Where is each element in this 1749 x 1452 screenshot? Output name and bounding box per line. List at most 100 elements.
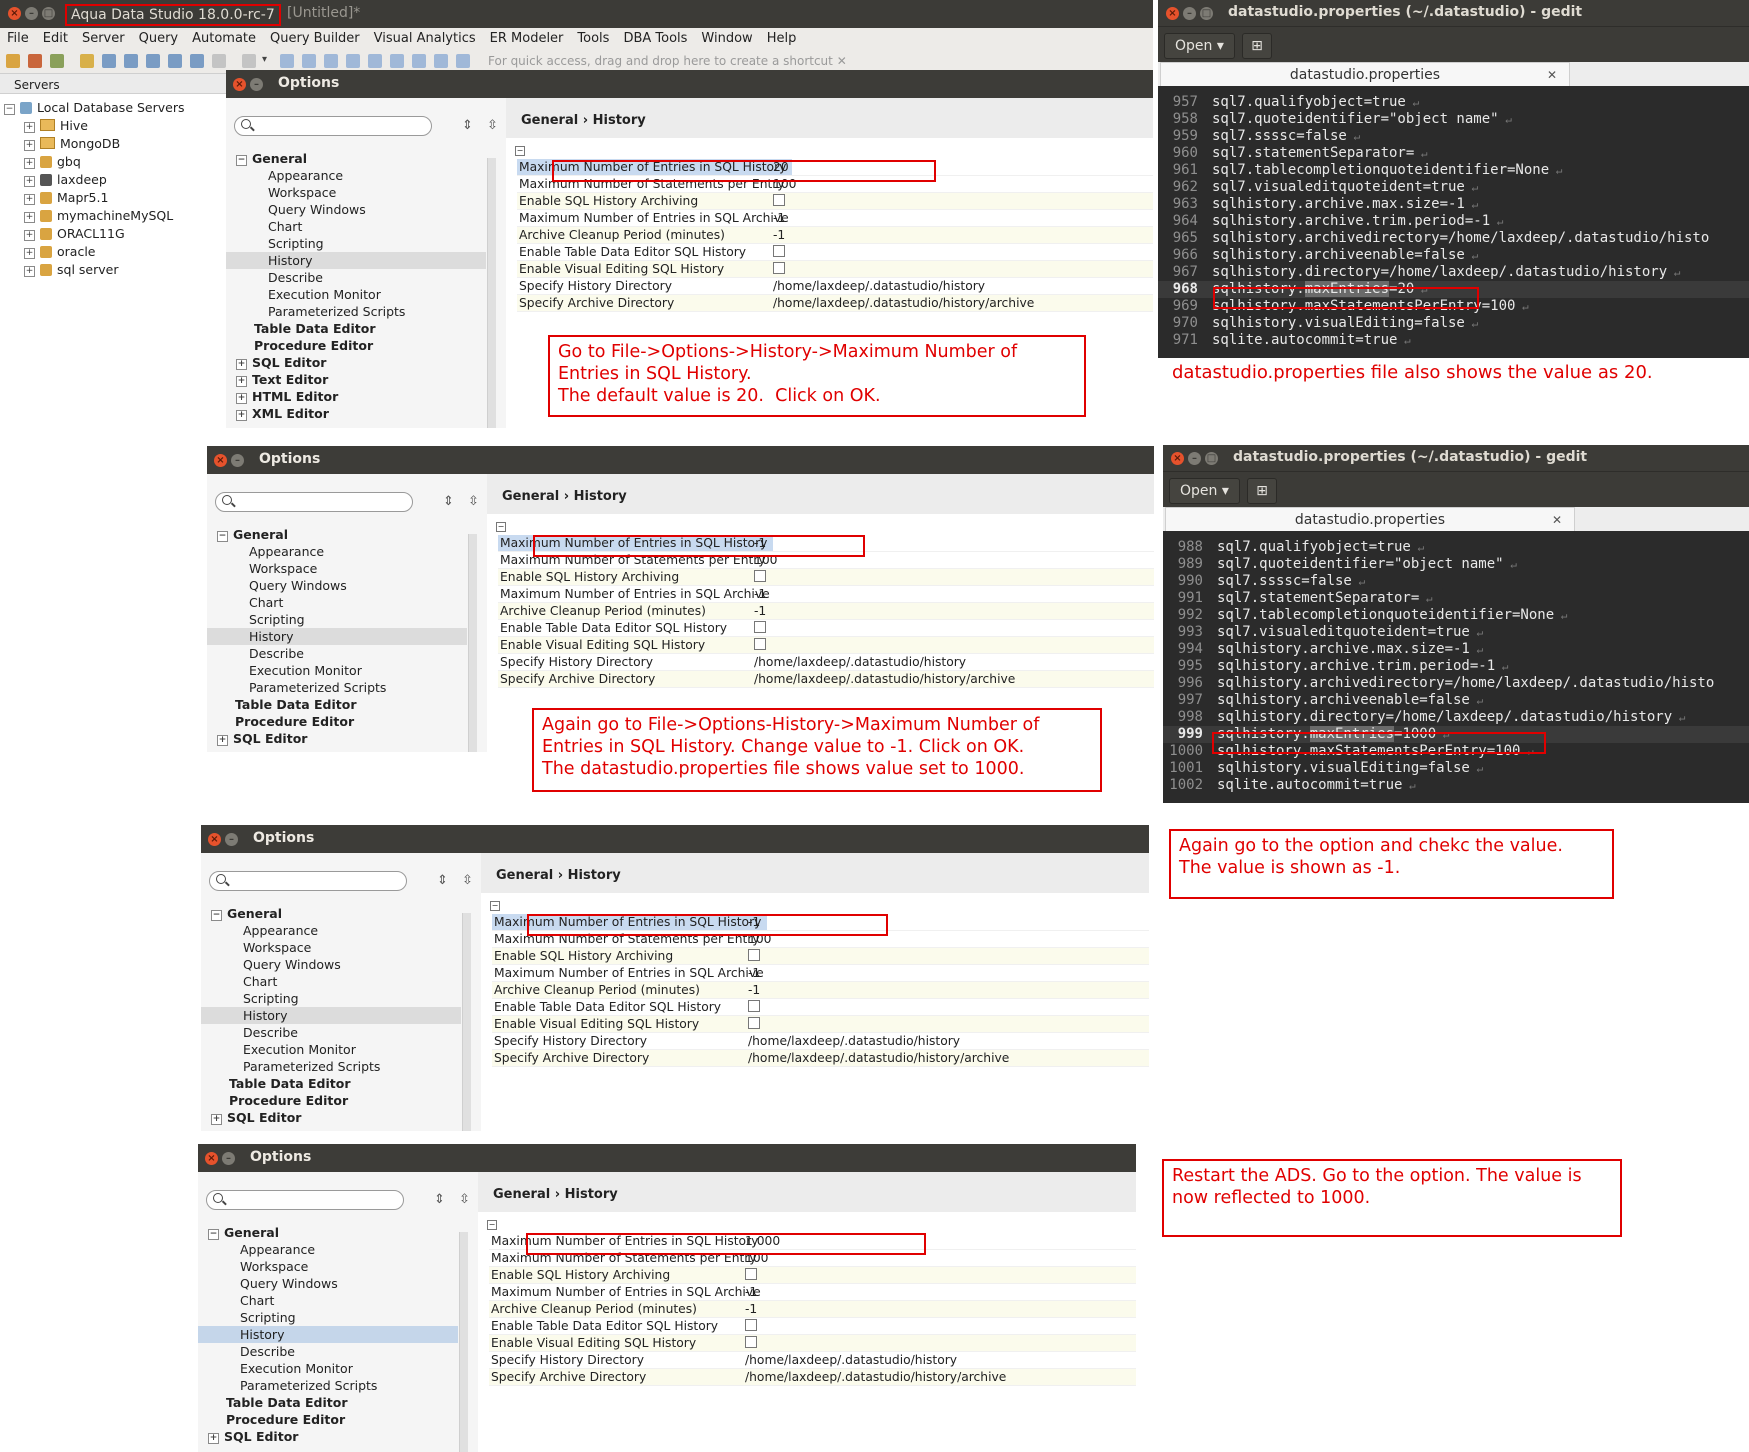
tree-query-windows[interactable]: Query Windows	[198, 1275, 458, 1292]
file-tab[interactable]: datastudio.properties ✕	[1160, 62, 1570, 87]
tree-sql-editor[interactable]: + SQL Editor	[226, 354, 486, 371]
tree-appearance[interactable]: Appearance	[198, 1241, 458, 1258]
menu-er-modeler[interactable]: ER Modeler	[483, 28, 571, 46]
close-tab-icon[interactable]: ✕	[1552, 508, 1562, 532]
expand-icon[interactable]: +	[24, 230, 35, 241]
visual-editing-history-checkbox[interactable]	[748, 1017, 760, 1029]
archiving-checkbox[interactable]	[745, 1268, 757, 1280]
expand-icon[interactable]: +	[236, 410, 247, 421]
table-editor-history-checkbox[interactable]	[745, 1319, 757, 1331]
tree-describe[interactable]: Describe	[207, 645, 467, 662]
disconnect-icon[interactable]	[80, 54, 94, 68]
minimize-icon[interactable]: –	[222, 1152, 235, 1165]
table-editor-history-checkbox[interactable]	[748, 1000, 760, 1012]
connect-icon[interactable]	[50, 54, 64, 68]
code-view[interactable]: 957 sql7.qualifyobject=true ↵ 958 sql7.quo…	[1158, 86, 1749, 358]
collapse-icon[interactable]: −	[4, 104, 15, 115]
tree-scripting[interactable]: Scripting	[201, 990, 461, 1007]
server-item[interactable]: + MongoDB	[24, 136, 120, 151]
expand-icon[interactable]: +	[24, 176, 35, 187]
layout-icon[interactable]	[324, 54, 338, 68]
server-item[interactable]: + gbq	[24, 154, 81, 169]
tree-history[interactable]: History	[226, 252, 486, 269]
tree-chart[interactable]: Chart	[207, 594, 467, 611]
server-item[interactable]: + mymachineMySQL	[24, 208, 173, 223]
tree-procedure-editor[interactable]: Procedure Editor	[201, 1092, 461, 1109]
close-icon[interactable]: ×	[1166, 7, 1179, 20]
new-document-icon[interactable]	[242, 54, 256, 68]
query-icon[interactable]	[102, 54, 116, 68]
tree-workspace[interactable]: Workspace	[198, 1258, 458, 1275]
server-item[interactable]: + sql server	[24, 262, 118, 277]
tree-workspace[interactable]: Workspace	[201, 939, 461, 956]
tree-text-editor[interactable]: + Text Editor	[226, 371, 486, 388]
query-window-icon[interactable]	[124, 54, 138, 68]
cleanup-field[interactable]: -1	[773, 227, 785, 243]
table-editor-history-checkbox[interactable]	[754, 621, 766, 633]
maximize-icon[interactable]: □	[42, 7, 55, 20]
expand-icon[interactable]: +	[236, 393, 247, 404]
expand-icon[interactable]: +	[24, 266, 35, 277]
expand-all-icon[interactable]: ⇕	[437, 873, 448, 888]
tree-parameterized-scripts[interactable]: Parameterized Scripts	[226, 303, 486, 320]
tree-scrollbar[interactable]	[462, 913, 471, 1131]
collapse-all-icon[interactable]: ⇳	[487, 118, 498, 133]
server-item[interactable]: + Mapr5.1	[24, 190, 108, 205]
expand-icon[interactable]: +	[236, 376, 247, 387]
server-item[interactable]: + ORACL11G	[24, 226, 125, 241]
archiving-checkbox[interactable]	[773, 194, 785, 206]
tree-procedure-editor[interactable]: Procedure Editor	[226, 337, 486, 354]
archive-entries-field[interactable]: -1	[773, 210, 785, 226]
archiving-checkbox[interactable]	[754, 570, 766, 582]
tree-parameterized-scripts[interactable]: Parameterized Scripts	[201, 1058, 461, 1075]
tree-execution-monitor[interactable]: Execution Monitor	[198, 1360, 458, 1377]
collapse-icon[interactable]: −	[208, 1229, 219, 1240]
edit-server-icon[interactable]	[28, 54, 42, 68]
tree-chart[interactable]: Chart	[201, 973, 461, 990]
history-dir-field[interactable]: /home/laxdeep/.datastudio/history	[748, 1033, 960, 1049]
expand-icon[interactable]: +	[24, 140, 35, 151]
collapse-icon[interactable]: −	[217, 531, 228, 542]
archive-entries-field[interactable]: -1	[754, 586, 766, 602]
server-item[interactable]: + laxdeep	[24, 172, 107, 187]
expand-icon[interactable]: +	[24, 194, 35, 205]
archive-dir-field[interactable]: /home/laxdeep/.datastudio/history/archiv…	[745, 1369, 1006, 1385]
collapse-all-icon[interactable]: ⇳	[462, 873, 473, 888]
menu-file[interactable]: File	[0, 28, 36, 46]
archive-dir-field[interactable]: /home/laxdeep/.datastudio/history/archiv…	[748, 1050, 1009, 1066]
collapse-icon[interactable]: −	[236, 155, 247, 166]
rows-icon[interactable]	[390, 54, 404, 68]
file-tab[interactable]: datastudio.properties ✕	[1165, 507, 1575, 532]
tree-execution-monitor[interactable]: Execution Monitor	[207, 662, 467, 679]
tree-xml-editor[interactable]: + XML Editor	[226, 405, 486, 422]
visual-editing-history-checkbox[interactable]	[745, 1336, 757, 1348]
table-editor-history-checkbox[interactable]	[773, 245, 785, 257]
tree-scripting[interactable]: Scripting	[198, 1309, 458, 1326]
tree-table-data-editor[interactable]: Table Data Editor	[226, 320, 486, 337]
tree-parameterized-scripts[interactable]: Parameterized Scripts	[207, 679, 467, 696]
archive-entries-field[interactable]: -1	[745, 1284, 757, 1300]
expand-icon[interactable]: +	[208, 1433, 219, 1444]
close-icon[interactable]: ×	[8, 7, 21, 20]
cleanup-field[interactable]: -1	[745, 1301, 757, 1317]
options-search-input[interactable]	[234, 116, 432, 136]
tree-history[interactable]: History	[198, 1326, 458, 1343]
collapse-icon[interactable]: −	[515, 146, 525, 156]
close-icon[interactable]: ×	[214, 454, 227, 467]
options-search-input[interactable]	[209, 871, 407, 891]
minimize-icon[interactable]: –	[250, 78, 263, 91]
menu-dba-tools[interactable]: DBA Tools	[616, 28, 694, 46]
new-tab-icon[interactable]: ⊞	[1242, 33, 1272, 59]
menu-help[interactable]: Help	[760, 28, 804, 46]
collapse-icon[interactable]: −	[487, 1220, 497, 1230]
archive-dir-field[interactable]: /home/laxdeep/.datastudio/history/archiv…	[754, 671, 1015, 687]
dropdown-arrow-icon[interactable]: ▾	[262, 54, 276, 68]
server-item[interactable]: + oracle	[24, 244, 95, 259]
minimize-icon[interactable]: –	[1188, 452, 1201, 465]
tree-execution-monitor[interactable]: Execution Monitor	[201, 1041, 461, 1058]
minimize-icon[interactable]: –	[231, 454, 244, 467]
close-icon[interactable]: ×	[1171, 452, 1184, 465]
archive-entries-field[interactable]: -1	[748, 965, 760, 981]
tree-query-windows[interactable]: Query Windows	[201, 956, 461, 973]
new-tab-icon[interactable]: ⊞	[1247, 478, 1277, 504]
